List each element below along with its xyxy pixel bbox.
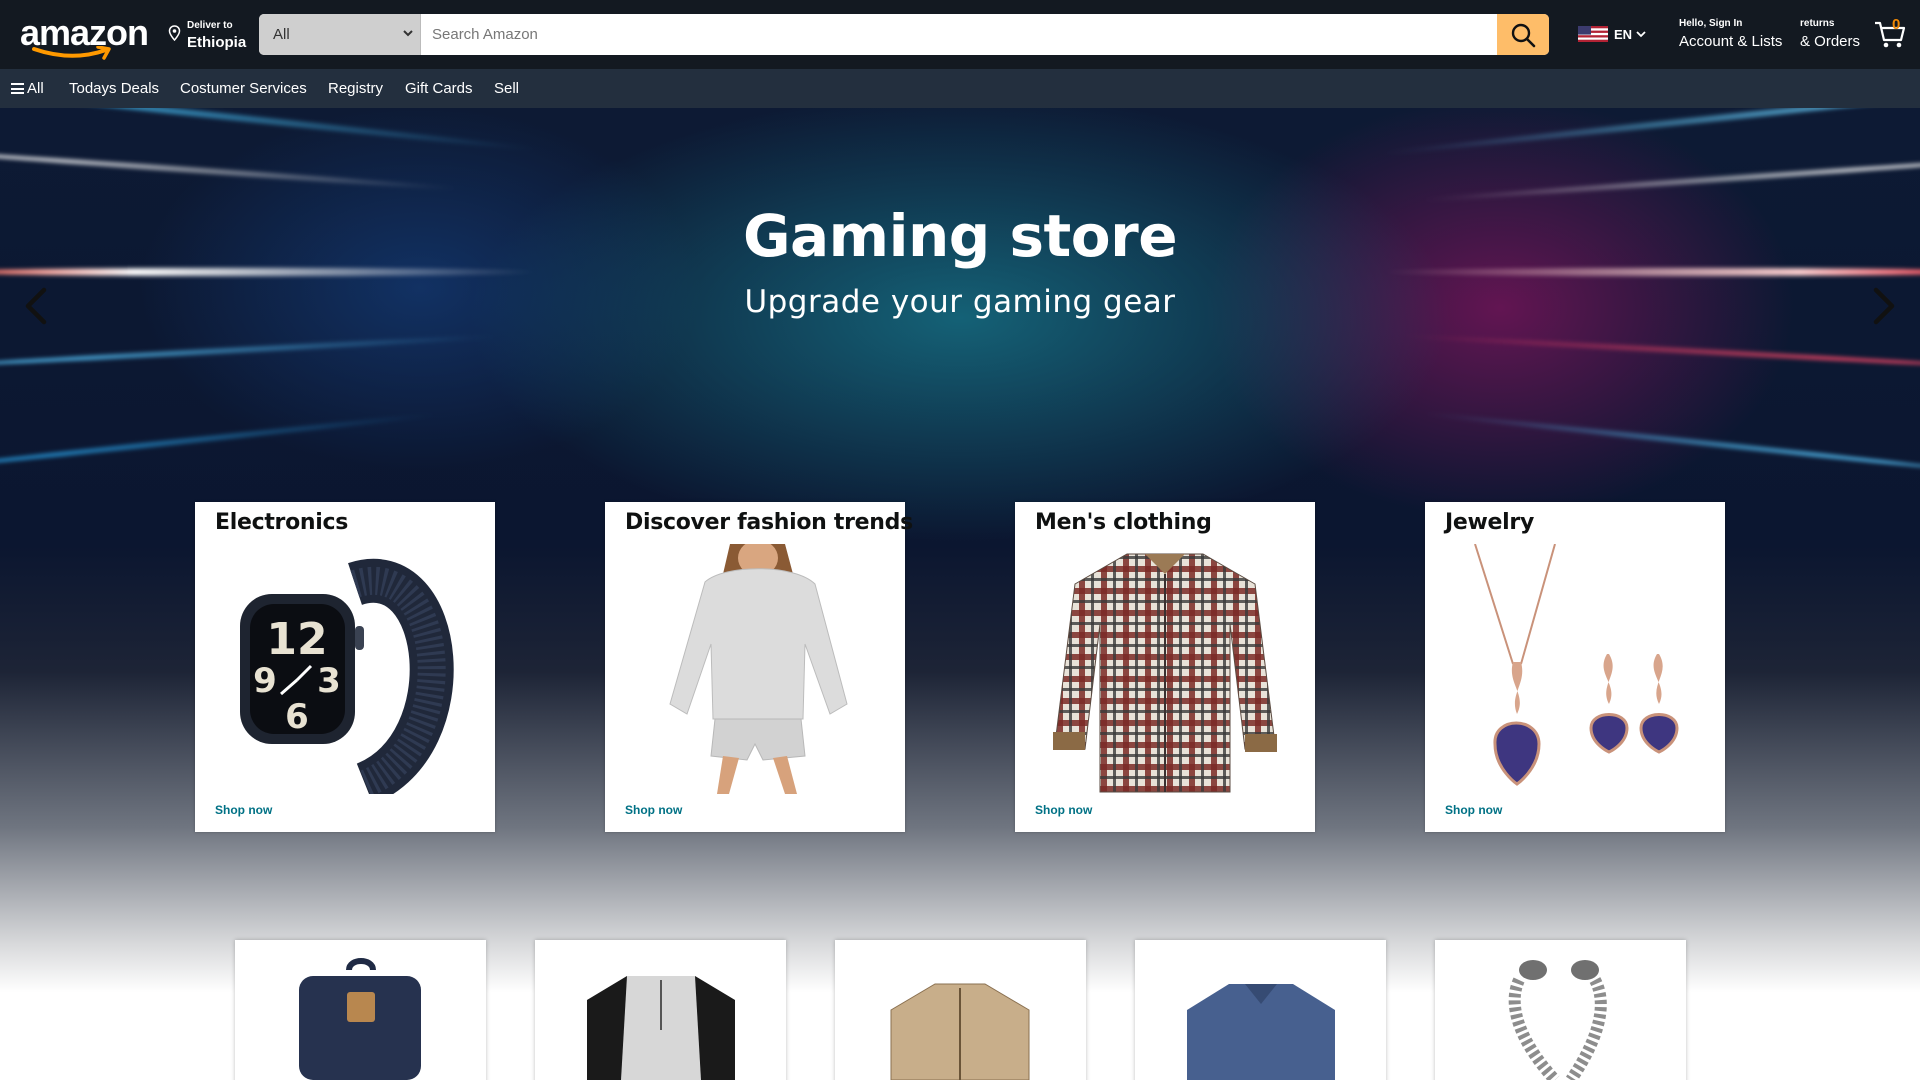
account-label: Account & Lists: [1679, 33, 1783, 50]
svg-text:12: 12: [266, 614, 327, 665]
top-navbar: amazon Deliver to Ethiopia All Search Am…: [0, 0, 1920, 69]
account-lists[interactable]: Hello, Sign In Account & Lists: [1679, 18, 1795, 54]
us-flag-icon: [1578, 26, 1608, 42]
svg-text:6: 6: [285, 697, 309, 737]
language-selector[interactable]: EN: [1578, 24, 1648, 46]
light-streak: [0, 149, 460, 192]
amazon-logo[interactable]: amazon: [18, 12, 152, 60]
returns-label: returns: [1800, 18, 1835, 29]
sub-navbar: All Todays Deals Costumer Services Regis…: [0, 69, 1920, 108]
orders-label: & Orders: [1800, 33, 1861, 50]
card-title: Jewelry: [1445, 510, 1534, 535]
search-category-select[interactable]: All: [259, 14, 421, 55]
backpack-image: [299, 958, 421, 1080]
product-tile[interactable]: [235, 940, 486, 1080]
chevron-down-icon: [1636, 31, 1646, 38]
nav-all[interactable]: All: [27, 80, 44, 97]
henley-shirt-image: [587, 976, 735, 1080]
cart-icon: [1875, 21, 1906, 48]
chevron-down-icon: [403, 30, 413, 37]
svg-text:3: 3: [317, 661, 341, 701]
blue-sweater-image: [1187, 984, 1335, 1080]
shop-now-link[interactable]: Shop now: [625, 803, 682, 817]
light-streak: [1400, 333, 1920, 368]
chevron-left-icon: [25, 287, 47, 325]
account-greeting: Hello, Sign In: [1679, 18, 1743, 29]
card-title: Discover fashion trends: [625, 510, 913, 535]
carousel-prev-button[interactable]: [16, 276, 56, 336]
svg-text:9: 9: [253, 661, 277, 701]
search-bar: All: [259, 14, 1549, 55]
smile-arrow-icon: [32, 46, 111, 60]
product-tile[interactable]: [535, 940, 786, 1080]
jacket-image: [890, 983, 1030, 1080]
shop-now-link[interactable]: Shop now: [1445, 803, 1502, 817]
hero-title: Gaming store: [742, 202, 1178, 270]
product-tile[interactable]: [1435, 940, 1686, 1080]
nav-todays-deals[interactable]: Todays Deals: [69, 80, 159, 97]
deliver-location: Ethiopia: [187, 34, 247, 51]
cart-count: 0: [1892, 16, 1901, 33]
shop-now-link[interactable]: Shop now: [1035, 803, 1092, 817]
returns-orders[interactable]: returns & Orders: [1800, 18, 1866, 54]
category-card-mens-clothing[interactable]: Men's clothing Shop now: [1015, 502, 1315, 832]
bracelet-image: [1508, 960, 1607, 1080]
nav-customer-services[interactable]: Costumer Services: [180, 80, 307, 97]
carousel-next-button[interactable]: [1864, 276, 1904, 336]
light-streak: [1381, 108, 1920, 157]
category-card-electronics[interactable]: Electronics 12 9 3 6 Shop now: [195, 502, 495, 832]
light-streak: [0, 411, 439, 470]
plaid-shirt-image: [1053, 553, 1277, 793]
chevron-right-icon: [1873, 287, 1895, 325]
hamburger-menu-icon[interactable]: [11, 83, 24, 94]
search-category-value: All: [273, 26, 290, 43]
card-title: Electronics: [215, 510, 349, 535]
light-streak: [1420, 158, 1920, 203]
necklace-earrings-image: [1474, 544, 1679, 786]
smartwatch-image: 12 9 3 6: [240, 559, 454, 794]
product-tile[interactable]: [1135, 940, 1386, 1080]
location-pin-icon: [168, 25, 181, 41]
light-streak: [0, 108, 539, 153]
deliver-to[interactable]: Deliver to Ethiopia: [168, 20, 248, 56]
search-icon: [1511, 23, 1536, 48]
search-input[interactable]: [421, 14, 1497, 55]
loungewear-model-image: [669, 544, 848, 794]
hero-subtitle: Upgrade your gaming gear: [744, 284, 1176, 320]
light-streak: [1421, 410, 1920, 471]
shop-now-link[interactable]: Shop now: [215, 803, 272, 817]
deliver-label: Deliver to: [187, 20, 233, 31]
nav-sell[interactable]: Sell: [494, 80, 519, 97]
nav-registry[interactable]: Registry: [328, 80, 383, 97]
cart-button[interactable]: 0: [1874, 16, 1912, 52]
category-card-jewelry[interactable]: Jewelry Shop now: [1425, 502, 1725, 832]
nav-gift-cards[interactable]: Gift Cards: [405, 80, 473, 97]
search-button[interactable]: [1497, 14, 1549, 55]
product-tile[interactable]: [835, 940, 1086, 1080]
category-card-fashion[interactable]: Discover fashion trends Shop now: [605, 502, 913, 832]
language-code: EN: [1614, 27, 1633, 42]
light-streak: [0, 333, 500, 368]
card-title: Men's clothing: [1035, 510, 1212, 535]
